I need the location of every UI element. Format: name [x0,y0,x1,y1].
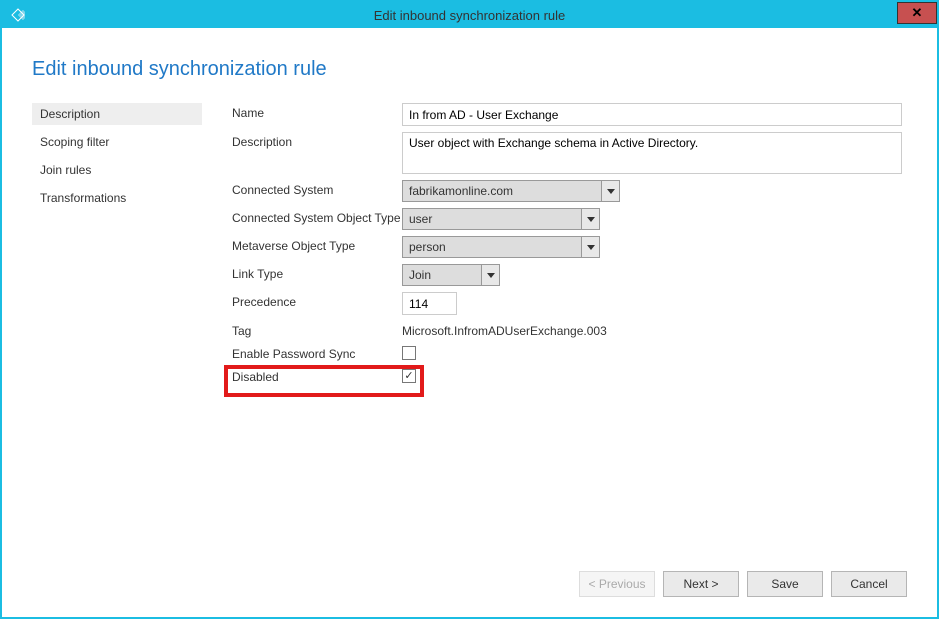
cs-object-type-label: Connected System Object Type [232,208,402,225]
form-area: Name Description User object with Exchan… [232,103,907,557]
link-type-value: Join [402,264,482,286]
mv-object-type-dropdown[interactable]: person [402,236,600,258]
sidebar-item-label: Scoping filter [40,135,109,149]
next-button[interactable]: Next > [663,571,739,597]
cs-object-type-value: user [402,208,582,230]
titlebar: Edit inbound synchronization rule ✕ [2,2,937,28]
page-title: Edit inbound synchronization rule [32,58,907,81]
chevron-down-icon [582,208,600,230]
precedence-input[interactable] [402,292,457,315]
close-icon: ✕ [912,5,923,21]
footer-buttons: < Previous Next > Save Cancel [32,557,907,597]
precedence-label: Precedence [232,292,402,309]
sidebar-item-join-rules[interactable]: Join rules [32,159,202,181]
connected-system-value: fabrikamonline.com [402,180,602,202]
disabled-label: Disabled [232,367,402,384]
sidebar-item-label: Description [40,107,100,121]
mv-object-type-value: person [402,236,582,258]
description-label: Description [232,132,402,149]
chevron-down-icon [482,264,500,286]
tag-value: Microsoft.InfromADUserExchange.003 [402,321,607,338]
connected-system-label: Connected System [232,180,402,197]
disabled-checkbox[interactable]: ✓ [402,369,416,383]
link-type-dropdown[interactable]: Join [402,264,500,286]
name-label: Name [232,103,402,120]
previous-button[interactable]: < Previous [579,571,655,597]
cancel-button[interactable]: Cancel [831,571,907,597]
enable-pwd-sync-checkbox[interactable] [402,346,416,360]
content-area: Edit inbound synchronization rule Descri… [2,28,937,617]
cs-object-type-dropdown[interactable]: user [402,208,600,230]
check-icon: ✓ [404,371,413,382]
name-input[interactable] [402,103,902,126]
enable-pwd-sync-label: Enable Password Sync [232,344,402,361]
save-button[interactable]: Save [747,571,823,597]
mv-object-type-label: Metaverse Object Type [232,236,402,253]
close-button[interactable]: ✕ [897,2,937,24]
sidebar-item-label: Join rules [40,163,91,177]
window-frame: Edit inbound synchronization rule ✕ Edit… [0,0,939,619]
app-icon [8,5,28,25]
sidebar-item-description[interactable]: Description [32,103,202,125]
chevron-down-icon [602,180,620,202]
sidebar-item-transformations[interactable]: Transformations [32,187,202,209]
link-type-label: Link Type [232,264,402,281]
tag-label: Tag [232,321,402,338]
chevron-down-icon [582,236,600,258]
sidebar: Description Scoping filter Join rules Tr… [32,103,202,557]
description-input[interactable]: User object with Exchange schema in Acti… [402,132,902,174]
window-title: Edit inbound synchronization rule [2,8,937,23]
connected-system-dropdown[interactable]: fabrikamonline.com [402,180,620,202]
sidebar-item-scoping-filter[interactable]: Scoping filter [32,131,202,153]
sidebar-item-label: Transformations [40,191,126,205]
